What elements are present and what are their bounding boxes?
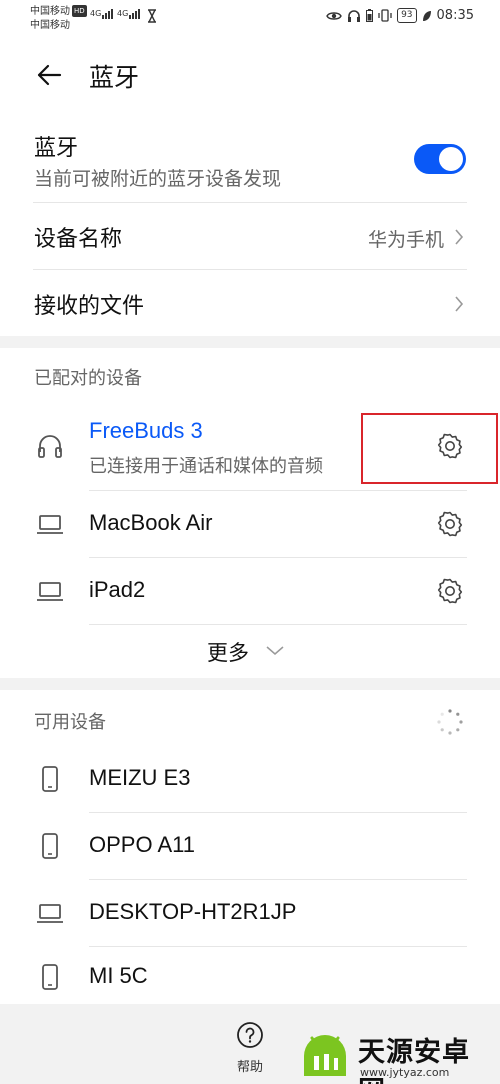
status-right: 93 08:35: [326, 8, 474, 23]
available-device-desktop[interactable]: DESKTOP-HT2R1JP: [0, 880, 500, 946]
bluetooth-toggle-row[interactable]: 蓝牙 当前可被附近的蓝牙设备发现: [0, 124, 500, 202]
clock: 08:35: [436, 8, 474, 23]
available-device-oppo[interactable]: OPPO A11: [0, 813, 500, 879]
laptop-icon: [37, 582, 63, 601]
back-arrow-icon[interactable]: [36, 62, 62, 88]
chevron-down-icon: [266, 646, 284, 655]
device-name: DESKTOP-HT2R1JP: [89, 899, 297, 924]
highlight-box: [361, 413, 498, 484]
gear-icon[interactable]: [436, 577, 464, 605]
eye-icon: [326, 11, 342, 20]
bluetooth-toggle[interactable]: [414, 144, 466, 174]
bluetooth-description: 当前可被附近的蓝牙设备发现: [34, 168, 282, 190]
toggle-knob: [439, 147, 463, 171]
signal-1-icon: 4G: [90, 9, 114, 19]
device-name: iPad2: [89, 577, 146, 602]
available-devices-header: 可用设备: [34, 712, 106, 733]
received-files-row[interactable]: 接收的文件: [0, 270, 500, 336]
laptop-icon: [37, 904, 63, 923]
gear-icon[interactable]: [436, 510, 464, 538]
battery-small-icon: [366, 9, 374, 22]
page-title: 蓝牙: [89, 63, 140, 92]
available-device-mi5c[interactable]: MI 5C: [0, 947, 500, 1004]
phone-icon: [42, 964, 58, 990]
phone-icon: [42, 766, 58, 792]
device-name-label: 设备名称: [34, 227, 123, 252]
device-status: 已连接用于通话和媒体的音频: [89, 456, 323, 477]
device-name: MEIZU E3: [89, 765, 191, 790]
received-files-label: 接收的文件: [34, 294, 145, 319]
laptop-icon: [37, 515, 63, 534]
headset-icon: [348, 10, 361, 22]
carrier-2: 中国移动: [30, 20, 70, 31]
paired-devices-section: 已配对的设备 FreeBuds 3 已连接用于通话和媒体的音频 MacBook …: [0, 348, 500, 678]
vibrate-icon: [378, 9, 392, 22]
watermark: 天源安卓网 www.jytyaz.com: [298, 1030, 494, 1084]
available-device-meizu[interactable]: MEIZU E3: [0, 746, 500, 812]
hd-badge: HD: [72, 5, 87, 17]
paired-devices-header: 已配对的设备: [34, 368, 142, 389]
signal-2-icon: 4G: [117, 9, 141, 19]
carrier-1: 中国移动 HD: [30, 5, 87, 17]
headphones-icon: [38, 435, 62, 458]
paired-device-macbook[interactable]: MacBook Air: [0, 491, 500, 557]
status-bar: 中国移动 HD 中国移动 4G 4G 93 08:35: [0, 0, 500, 36]
device-name: MacBook Air: [89, 510, 213, 535]
device-name-row[interactable]: 设备名称 华为手机: [0, 203, 500, 269]
help-icon[interactable]: [236, 1021, 264, 1049]
bluetooth-settings-section: 蓝牙 当前可被附近的蓝牙设备发现 设备名称 华为手机 接收的文件: [0, 124, 500, 336]
hourglass-icon: [147, 9, 157, 26]
chevron-right-icon: [455, 296, 464, 312]
device-name: MI 5C: [89, 963, 148, 988]
watermark-url: www.jytyaz.com: [360, 1066, 450, 1079]
leaf-icon: [422, 10, 431, 21]
device-name-value: 华为手机: [367, 229, 444, 251]
phone-icon: [42, 833, 58, 859]
app-header: 蓝牙: [0, 36, 500, 124]
bluetooth-label: 蓝牙: [34, 136, 79, 161]
chevron-right-icon: [455, 229, 464, 245]
more-button[interactable]: 更多: [0, 625, 500, 678]
paired-device-ipad[interactable]: iPad2: [0, 558, 500, 624]
android-logo-icon: [304, 1035, 346, 1076]
available-devices-section: 可用设备 MEIZU E3 OPPO A11 DESKTOP-HT2R1JP M…: [0, 690, 500, 1004]
battery-icon: 93: [397, 8, 417, 23]
device-name: OPPO A11: [89, 832, 195, 857]
more-label: 更多: [207, 641, 249, 665]
device-name: FreeBuds 3: [89, 418, 203, 443]
loading-spinner-icon: [437, 709, 463, 735]
